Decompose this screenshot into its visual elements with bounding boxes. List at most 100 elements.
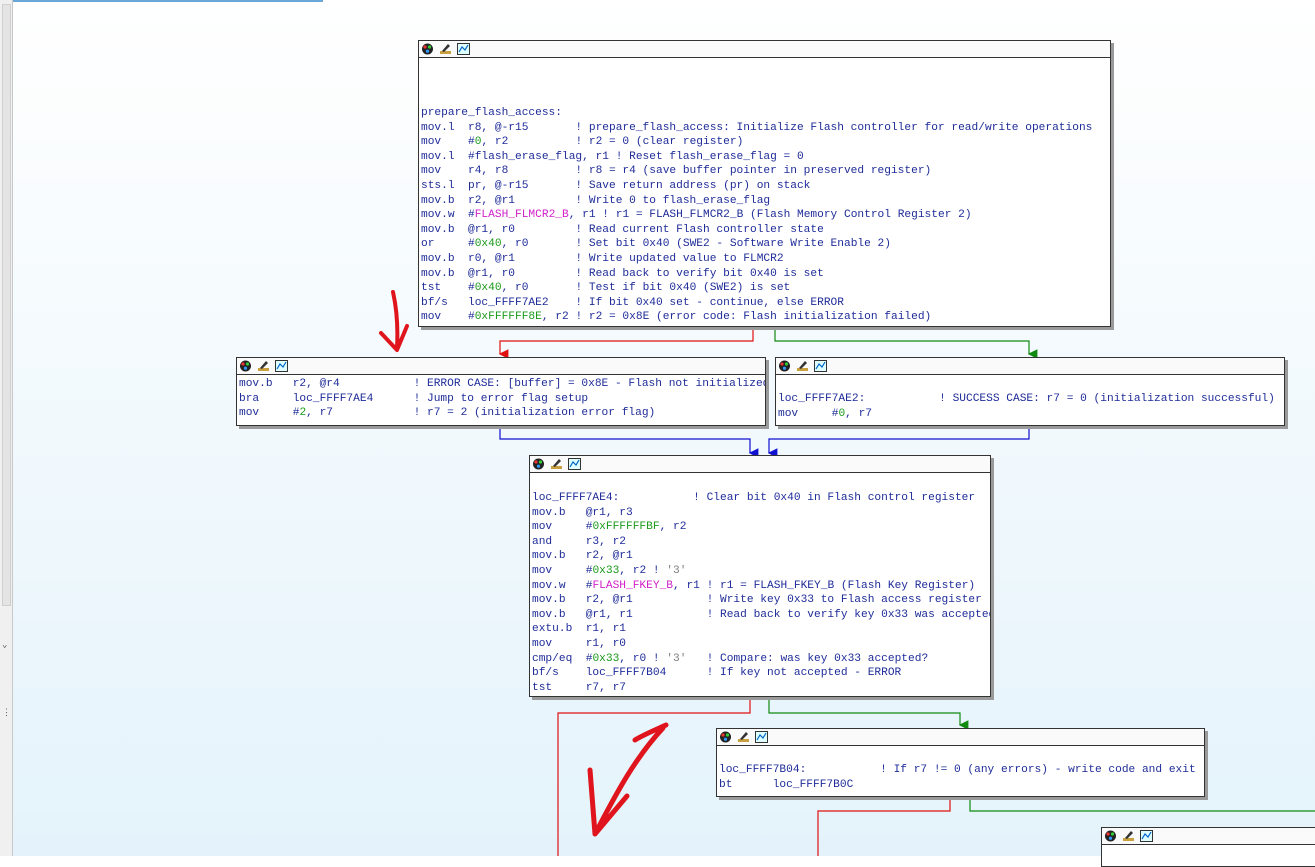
mnemonic: sts.l [421, 179, 468, 192]
operands: #0x33, r2 ! '3' [585, 564, 687, 577]
code-line[interactable]: bf/s loc_FFFF7AE2 ! If bit 0x40 set - co… [421, 296, 1108, 311]
code-line[interactable]: mov r4, r8 ! r8 = r4 (save buffer pointe… [421, 164, 1108, 179]
collapse-chevron-icon[interactable]: ⌄ [2, 640, 7, 650]
code-line[interactable]: mov.b @r1, r0 ! Read back to verify bit … [421, 267, 1108, 282]
code-line[interactable]: bf/s loc_FFFF7B04 ! If key not accepted … [532, 666, 988, 681]
code-line[interactable]: and r3, r2 [532, 535, 988, 550]
code-line[interactable]: mov #0, r2 ! r2 = 0 (clear register) [421, 135, 1108, 150]
code-line[interactable]: mov.b r2, @r1 ! Write key 0x33 to Flash … [532, 593, 988, 608]
code-line[interactable]: bra loc_FFFF7AE4 ! Jump to error flag se… [239, 392, 763, 407]
code-line[interactable]: mov #0, r7 [778, 407, 1282, 422]
edit-node-icon[interactable] [1122, 830, 1135, 842]
code-label-line[interactable]: loc_FFFF7AE4: ! Clear bit 0x40 in Flash … [532, 491, 988, 506]
comment: ! r2 = 0x8E (error code: Flash initializ… [575, 311, 932, 324]
code-label[interactable]: prepare_flash_access: [421, 106, 1108, 121]
operands: #0xFFFFFFBF, r2 [585, 521, 687, 534]
vertical-scrollbar[interactable] [2, 4, 11, 606]
mnemonic: mov.b [421, 194, 468, 207]
graph-view-icon[interactable] [275, 360, 288, 372]
color-palette-icon[interactable] [421, 43, 434, 55]
mnemonic: mov.b [532, 506, 586, 519]
comment: ! Read current Flash controller state [575, 223, 824, 236]
code-label-line[interactable]: loc_FFFF7AE2: ! SUCCESS CASE: r7 = 0 (in… [778, 392, 1282, 407]
code-line[interactable]: mov.b @r1, r1 ! Read back to verify key … [532, 608, 990, 623]
graph-view-icon[interactable] [457, 43, 470, 55]
operands: r2, @r4 [292, 378, 414, 390]
operands: r1, r1 [585, 623, 627, 636]
operands: #0, r7 [831, 407, 873, 420]
code-line[interactable]: tst #0x40, r0 ! Test if bit 0x40 (SWE2) … [421, 281, 1108, 296]
operands: #0x33, r0 ! '3' [585, 652, 687, 665]
color-palette-icon[interactable] [532, 458, 545, 470]
mnemonic: bt [719, 778, 773, 791]
comment: ! Set bit 0x40 (SWE2 - Software Write En… [575, 238, 891, 251]
code-line[interactable]: extu.b r1, r1 [532, 622, 988, 637]
node-prepare-flash-access[interactable]: prepare_flash_access: mov.l r8, @-r15 ! p… [418, 40, 1111, 327]
node-loc-ffff7b04[interactable]: loc_FFFF7B04: ! If r7 != 0 (any errors) … [716, 728, 1205, 797]
code-line[interactable]: mov.w #FLASH_FKEY_B, r1 ! r1 = FLASH_FKE… [532, 579, 988, 594]
color-palette-icon[interactable] [239, 360, 252, 372]
mnemonic: cmp/eq [532, 652, 586, 665]
code-line[interactable]: mov.l #flash_erase_flag, r1 ! Reset flas… [421, 150, 1108, 165]
node-header [237, 358, 765, 375]
comment: ! Read back to verify bit 0x40 is set [575, 267, 824, 280]
code-line[interactable]: mov.b @r1, r0 ! Read current Flash contr… [421, 223, 1108, 238]
edit-node-icon[interactable] [550, 458, 563, 470]
code-line[interactable]: bt loc_FFFF7B0C [719, 778, 1202, 793]
code-line[interactable]: mov.b @r1, r3 [532, 506, 988, 521]
node-code-key: loc_FFFF7AE4: ! Clear bit 0x40 in Flash … [530, 473, 990, 695]
code-line[interactable]: sts.l pr, @-r15 ! Save return address (p… [421, 179, 1108, 194]
edit-node-icon[interactable] [737, 731, 750, 743]
left-scroll-strip[interactable]: ⌄ ⋮ [0, 0, 13, 856]
code-line[interactable]: cmp/eq #0x33, r0 ! '3' ! Compare: was ke… [532, 652, 988, 667]
mnemonic: mov [532, 521, 586, 534]
graph-view-icon[interactable] [1140, 830, 1153, 842]
operands: loc_FFFF7AE2 [468, 296, 576, 309]
operands: pr, @-r15 [468, 179, 576, 192]
operands: #0x40, r0 [468, 238, 576, 251]
mnemonic: bra [239, 392, 293, 405]
mnemonic: mov.b [532, 608, 586, 621]
graph-canvas[interactable]: prepare_flash_access: mov.l r8, @-r15 ! p… [13, 0, 1315, 867]
operands: r2, @r1 [585, 594, 707, 607]
code-line[interactable]: mov #0xFFFFFFBF, r2 [532, 520, 988, 535]
graph-view-icon[interactable] [568, 458, 581, 470]
node-header [419, 41, 1110, 58]
code-line[interactable]: mov #0xFFFFFF8E, r2 ! r2 = 0x8E (error c… [421, 310, 1108, 325]
mnemonic: bf/s [532, 667, 586, 680]
color-palette-icon[interactable] [778, 360, 791, 372]
code-line[interactable]: mov.b r2, @r1 ! Write 0 to flash_erase_f… [421, 194, 1108, 209]
operands: @r1, r3 [585, 506, 633, 519]
color-palette-icon[interactable] [1104, 830, 1117, 842]
comment: ! Reset flash_erase_flag = 0 [615, 150, 804, 163]
edge-b04-true [969, 797, 1315, 812]
node-error-case[interactable]: mov.b r2, @r4 ! ERROR CASE: [buffer] = 0… [236, 357, 766, 426]
code-line[interactable]: mov.l r8, @-r15 ! prepare_flash_access: … [421, 121, 1108, 136]
comment: ! Write 0 to flash_erase_flag [575, 194, 771, 207]
code-line[interactable]: mov #2, r7 ! r7 = 2 (initialization erro… [239, 406, 763, 421]
code-line[interactable]: mov.w #FLASH_FLMCR2_B, r1 ! r1 = FLASH_F… [421, 208, 1108, 223]
code-line[interactable]: or #0x40, r0 ! Set bit 0x40 (SWE2 - Soft… [421, 237, 1108, 252]
graph-view-icon[interactable] [755, 731, 768, 743]
operands: loc_FFFF7B04 [585, 667, 707, 680]
code-line[interactable]: mov #0x33, r2 ! '3' [532, 564, 988, 579]
code-label-line[interactable]: loc_FFFF7B04: ! If r7 != 0 (any errors) … [719, 763, 1202, 778]
mnemonic: mov [532, 637, 586, 650]
edge-main-to-error [498, 327, 754, 359]
comment: ! ERROR CASE: [buffer] = 0x8E - Flash no… [413, 378, 765, 390]
code-line[interactable]: mov.b r2, @r4 ! ERROR CASE: [buffer] = 0… [239, 377, 765, 392]
code-line[interactable]: mov.b r0, @r1 ! Write updated value to F… [421, 252, 1108, 267]
edit-node-icon[interactable] [257, 360, 270, 372]
graph-view-icon[interactable] [814, 360, 827, 372]
color-palette-icon[interactable] [719, 731, 732, 743]
node-partial-offscreen[interactable] [1101, 827, 1315, 867]
node-flash-key[interactable]: loc_FFFF7AE4: ! Clear bit 0x40 in Flash … [529, 455, 991, 697]
code-line[interactable]: tst r7, r7 [532, 681, 988, 696]
edit-node-icon[interactable] [439, 43, 452, 55]
node-success-case[interactable]: loc_FFFF7AE2: ! SUCCESS CASE: r7 = 0 (in… [775, 357, 1285, 426]
code-line[interactable]: mov.b r2, @r1 [532, 549, 988, 564]
edit-node-icon[interactable] [796, 360, 809, 372]
mnemonic: mov.b [421, 223, 468, 236]
code-line[interactable]: mov r1, r0 [532, 637, 988, 652]
mnemonic: mov [532, 564, 586, 577]
